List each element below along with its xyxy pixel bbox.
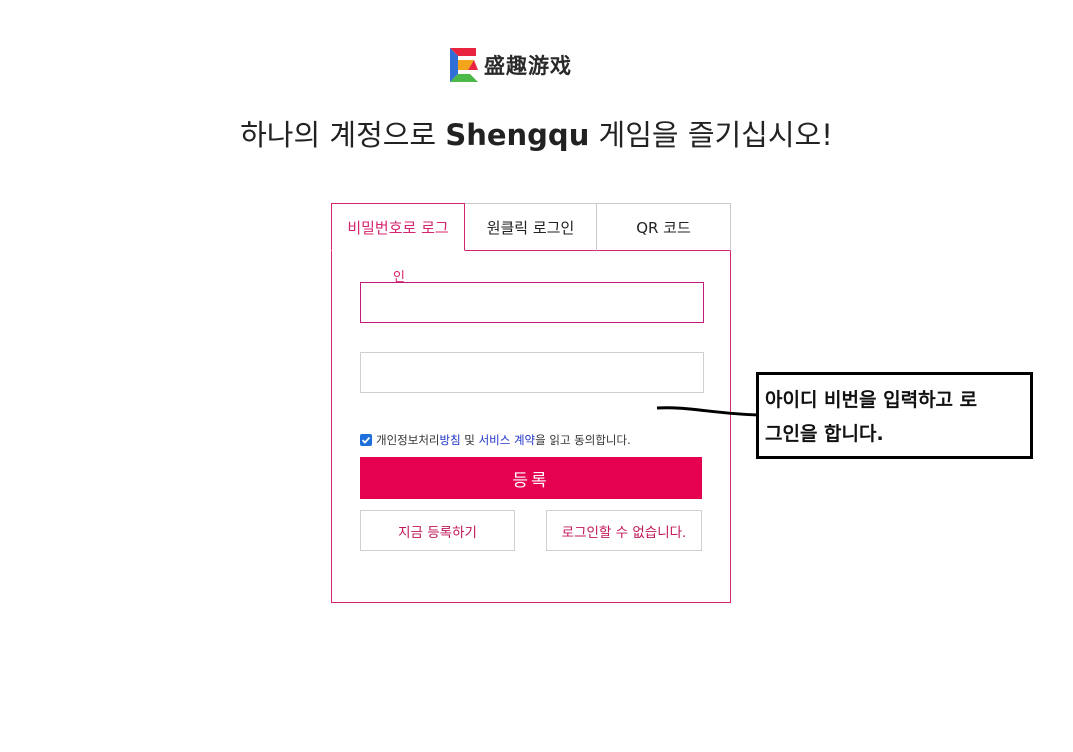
annotation-arrow [656,406,760,417]
brand-logo-text: 盛趣游戏 [484,54,572,78]
cannot-login-button[interactable]: 로그인할 수 없습니다. [546,510,702,551]
headline-prefix: 하나의 계정으로 [240,118,446,152]
agreement-text-3: 을 읽고 동의합니다. [535,433,631,447]
headline-suffix: 게임을 즐기십시오! [589,118,833,152]
annotation-line-1: 아이디 비번을 입력하고 로 [765,389,978,411]
shengqu-logo-icon [450,48,478,82]
signup-now-button[interactable]: 지금 등록하기 [360,510,515,551]
login-card: 비밀번호로 로그 원클릭 로그인 QR 코드 인 개인정보처리 방침 및 서비스 … [331,203,731,603]
id-input[interactable] [360,282,704,323]
register-button[interactable]: 등록 [360,457,702,499]
login-page: 盛趣游戏 하나의 계정으로 Shengqu 게임을 즐기십시오! 비밀번호로 로… [0,0,1073,752]
agreement-row: 개인정보처리 방침 및 서비스 계약 을 읽고 동의합니다. [360,432,631,448]
agreement-checkbox[interactable] [360,434,372,446]
annotation-line-2: 그인을 합니다. [765,423,884,445]
password-input[interactable] [360,352,704,393]
annotation-callout: 아이디 비번을 입력하고 로 그인을 합니다. [756,372,1033,459]
agreement-text-2: 및 [460,433,479,447]
headline-brand: Shengqu [445,118,590,152]
tab-one-click-login[interactable]: 원클릭 로그인 [465,203,597,251]
agreement-text-1: 개인정보처리 [376,433,440,447]
brand-logo: 盛趣游戏 [446,44,572,86]
check-icon [361,436,371,444]
privacy-policy-link[interactable]: 방침 [439,432,460,448]
page-headline: 하나의 계정으로 Shengqu 게임을 즐기십시오! [0,112,1073,154]
service-agreement-link[interactable]: 서비스 계약 [479,432,536,448]
tab-password-login[interactable]: 비밀번호로 로그 [331,203,465,251]
login-tabs: 비밀번호로 로그 원클릭 로그인 QR 코드 [331,203,731,251]
tab-qr-code[interactable]: QR 코드 [597,203,731,251]
